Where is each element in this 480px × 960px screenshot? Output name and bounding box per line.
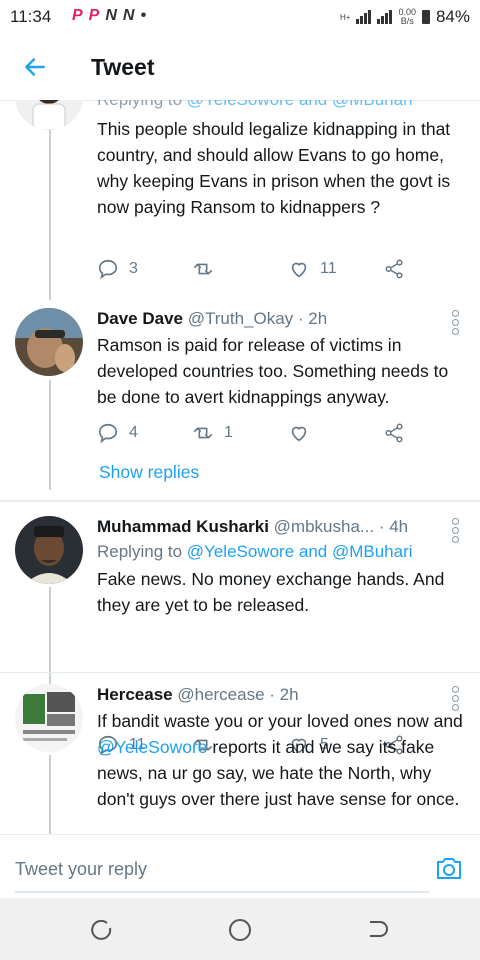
share-icon bbox=[385, 259, 403, 279]
divider bbox=[0, 672, 480, 673]
thread-line bbox=[49, 755, 51, 834]
app-icon-p2: P bbox=[88, 7, 106, 24]
timestamp: · 2h bbox=[269, 685, 299, 704]
reply-composer: Tweet your reply bbox=[0, 834, 480, 899]
reply-icon bbox=[98, 423, 118, 444]
camera-icon[interactable] bbox=[435, 855, 463, 881]
thread-line bbox=[49, 380, 51, 490]
retweet-icon bbox=[193, 427, 213, 439]
avatar[interactable] bbox=[15, 684, 83, 752]
timestamp: · 2h bbox=[297, 309, 328, 328]
mention-link[interactable]: @YeleSowore bbox=[97, 737, 208, 757]
home-icon[interactable] bbox=[227, 917, 253, 943]
signal-icon bbox=[356, 10, 372, 24]
app-icon-p1: P bbox=[72, 7, 89, 24]
tweet-text-start: If bandit waste you or your loved ones n… bbox=[97, 711, 463, 731]
reply-to: Replying to @YeleSowore and @MBuhari bbox=[97, 100, 466, 112]
tweet-header: Dave Dave @Truth_Okay · 2h bbox=[97, 308, 466, 330]
app-icon-n2: N bbox=[122, 7, 141, 24]
retweet-button[interactable]: 1 bbox=[192, 420, 233, 446]
reply-to: Replying to @YeleSowore and @MBuhari bbox=[97, 540, 466, 564]
tweet-text: This people should legalize kidnapping i… bbox=[97, 119, 451, 217]
timestamp: · 4h bbox=[378, 517, 409, 536]
system-nav-bar bbox=[0, 898, 480, 960]
battery-icon bbox=[421, 10, 430, 24]
retweet-button[interactable] bbox=[192, 256, 224, 282]
avatar[interactable] bbox=[15, 308, 83, 376]
heart-icon bbox=[291, 262, 307, 278]
reply-to-label: Replying to bbox=[97, 542, 183, 561]
network-type: H+ bbox=[339, 12, 351, 22]
heart-icon bbox=[291, 426, 307, 442]
reply-feed[interactable]: Replying to @YeleSowore and @MBuhari Thi… bbox=[0, 100, 480, 834]
status-time: 11:34 bbox=[10, 7, 52, 26]
like-count: 11 bbox=[320, 260, 337, 277]
handle[interactable]: @hercease bbox=[177, 685, 264, 704]
tweet-actions: 3 11 bbox=[97, 256, 417, 282]
handle[interactable]: @Truth_Okay bbox=[188, 309, 293, 328]
reply-button[interactable]: 4 bbox=[97, 420, 138, 446]
tweet-text: Fake news. No money exchange hands. And … bbox=[97, 569, 445, 615]
signal-icon-2 bbox=[377, 10, 393, 24]
recents-icon[interactable] bbox=[89, 917, 115, 943]
app-icon-dot: • bbox=[140, 7, 153, 24]
reply-placeholder: Tweet your reply bbox=[15, 859, 148, 879]
display-name[interactable]: Muhammad Kusharki bbox=[97, 517, 269, 536]
share-icon bbox=[385, 423, 403, 443]
reply-icon bbox=[98, 259, 118, 280]
net-speed-unit: B/s bbox=[400, 16, 414, 26]
thread-line bbox=[49, 130, 51, 300]
reply-input[interactable]: Tweet your reply bbox=[15, 847, 429, 893]
page-title: Tweet bbox=[91, 54, 155, 80]
tweet-actions: 4 1 bbox=[97, 420, 417, 446]
display-name[interactable]: Hercease bbox=[97, 685, 173, 704]
handle[interactable]: @mbkusha... bbox=[274, 517, 374, 536]
app-bar: Tweet bbox=[0, 34, 480, 101]
show-replies-link[interactable]: Show replies bbox=[99, 462, 199, 483]
avatar[interactable] bbox=[15, 516, 83, 584]
retweet-count: 1 bbox=[224, 424, 233, 441]
app-icon-n1: N bbox=[105, 7, 123, 24]
share-button[interactable] bbox=[383, 256, 405, 282]
avatar[interactable] bbox=[15, 100, 83, 130]
reply-count: 3 bbox=[129, 260, 138, 277]
reply-count: 4 bbox=[129, 424, 138, 441]
divider bbox=[0, 500, 480, 502]
tweet-text: Ramson is paid for release of victims in… bbox=[97, 335, 449, 407]
reply-to-handles[interactable]: @YeleSowore and @MBuhari bbox=[187, 100, 413, 109]
like-button[interactable] bbox=[288, 420, 320, 446]
reply-to-handles[interactable]: @YeleSowore and @MBuhari bbox=[187, 542, 413, 561]
status-bar: 11:34 PPNN• H+ 0.00 B/s 84% bbox=[0, 0, 480, 34]
notification-icons: PPNN• bbox=[72, 7, 152, 25]
reply-to-label: Replying to bbox=[97, 100, 182, 109]
tweet-header: Hercease @hercease · 2h bbox=[97, 684, 466, 706]
tweet-text: If bandit waste you or your loved ones n… bbox=[97, 708, 466, 812]
retweet-icon bbox=[193, 263, 213, 275]
status-right: H+ 0.00 B/s 84% bbox=[340, 7, 470, 27]
net-speed: 0.00 B/s bbox=[398, 8, 416, 26]
share-button[interactable] bbox=[383, 420, 405, 446]
battery-level: 84% bbox=[435, 7, 470, 26]
like-button[interactable]: 11 bbox=[288, 256, 337, 282]
back-arrow-icon[interactable] bbox=[22, 54, 48, 80]
display-name[interactable]: Dave Dave bbox=[97, 309, 183, 328]
reply-button[interactable]: 3 bbox=[97, 256, 138, 282]
tweet-header: Muhammad Kusharki @mbkusha... · 4h bbox=[97, 516, 466, 538]
thread-line bbox=[49, 587, 51, 690]
back-nav-icon[interactable] bbox=[365, 917, 391, 943]
